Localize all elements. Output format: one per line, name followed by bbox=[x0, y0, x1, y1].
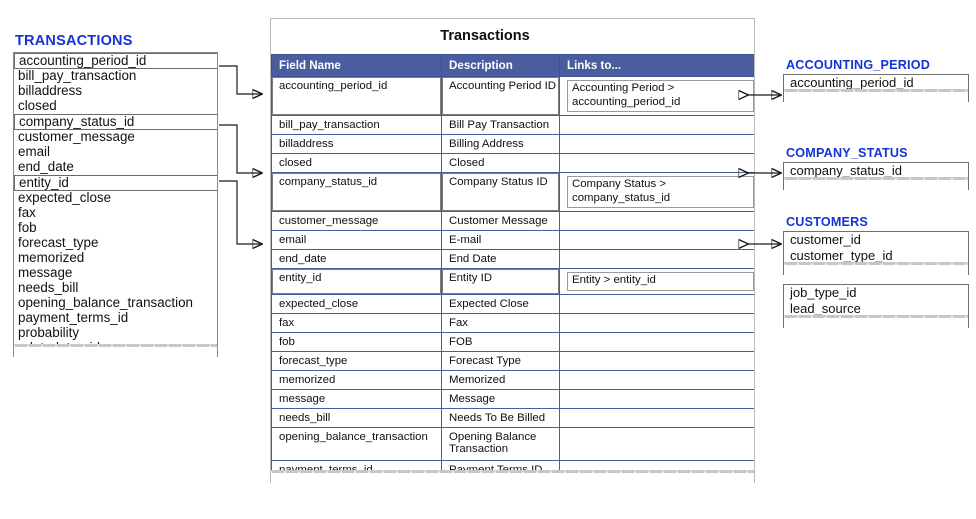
connector-company-status bbox=[219, 124, 262, 173]
diagram-canvas: TRANSACTIONS accounting_period_id bill_pa… bbox=[0, 0, 976, 519]
connector-entity-id bbox=[219, 180, 262, 244]
connector-layer bbox=[219, 65, 976, 519]
connector-accounting-period bbox=[219, 65, 262, 94]
